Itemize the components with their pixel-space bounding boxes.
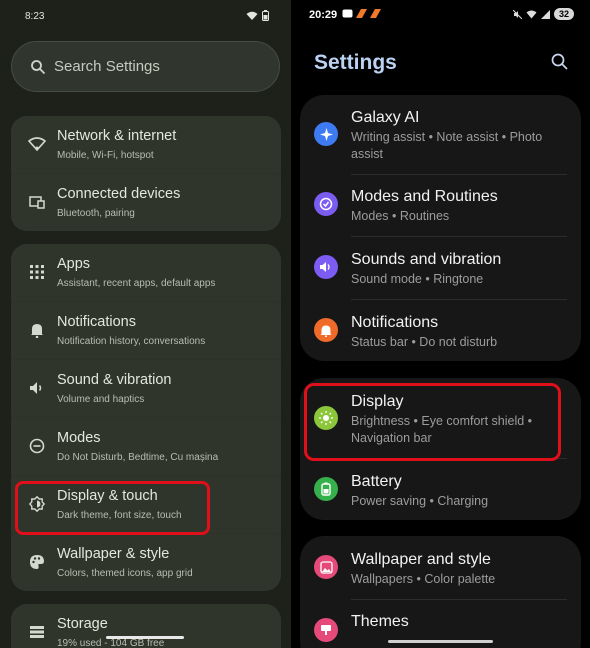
highlight-box-display-touch [15,481,210,535]
item-title: Connected devices [57,186,181,202]
mute-icon [512,9,522,19]
search-icon [31,59,46,74]
item-subtitle: Writing assist • Note assist • Photo ass… [351,130,543,161]
settings-card-3: Wallpaper and style Wallpapers • Color p… [300,536,581,648]
pixel-settings-screen: 8:23 Search Settings Network & internet … [0,0,291,648]
status-time: 20:29 [309,9,338,21]
settings-item-battery[interactable]: Battery Power saving • Charging [300,459,581,520]
item-title: Notifications [351,314,439,331]
galaxy-ai-icon [314,122,338,146]
themes-icon [314,618,338,642]
item-title: Storage [57,616,108,632]
notification-icon [314,318,338,342]
status-icons [246,10,269,21]
settings-item-network[interactable]: Network & internet Mobile, Wi‑Fi, hotspo… [11,116,281,173]
item-subtitle: Do Not Disturb, Bedtime, Cu mașina [57,452,219,463]
settings-item-sounds-vibration[interactable]: Sounds and vibration Sound mode • Ringto… [300,237,581,299]
devices-icon [28,193,46,211]
settings-item-modes[interactable]: Modes Do Not Disturb, Bedtime, Cu mașina [11,418,281,475]
item-title: Battery [351,473,402,490]
battery-icon [314,477,338,501]
modes-routines-icon [314,192,338,216]
app-notification-icon-2 [370,9,381,18]
page-title: Settings [314,51,397,74]
item-title: Modes [57,430,101,446]
settings-item-sound-vibration[interactable]: Sound & vibration Volume and haptics [11,360,281,417]
status-icons-right: 32 [512,8,574,20]
wallpaper-icon [314,555,338,579]
highlight-box-display [304,383,561,461]
battery-status-icon [262,10,269,21]
item-title: Sound & vibration [57,372,172,388]
settings-card-1: Galaxy AI Writing assist • Note assist •… [300,95,581,361]
search-icon[interactable] [551,53,568,70]
item-subtitle: Power saving • Charging [351,494,489,508]
item-title: Notifications [57,314,136,330]
palette-icon [28,553,46,571]
item-subtitle: Bluetooth, pairing [57,208,135,219]
item-subtitle: Volume and haptics [57,394,145,405]
speaker-icon [28,379,46,397]
item-title: Wallpaper and style [351,551,491,568]
item-subtitle: Wallpapers • Color palette [351,572,496,586]
battery-level: 32 [553,8,574,20]
item-title: Apps [57,256,91,272]
item-subtitle: Sound mode • Ringtone [351,272,484,286]
apps-grid-icon [28,263,46,281]
item-subtitle: Notification history, conversations [57,336,206,347]
search-placeholder: Search Settings [54,58,160,75]
item-title: Themes [351,613,409,630]
item-title: Wallpaper & style [57,546,170,562]
item-subtitle: Assistant, recent apps, default apps [57,278,216,289]
sound-icon [314,255,338,279]
settings-item-notifications[interactable]: Notifications Status bar • Do not distur… [300,300,581,361]
item-title: Network & internet [57,128,177,144]
settings-item-connected-devices[interactable]: Connected devices Bluetooth, pairing [11,174,281,231]
app-notification-icon [356,9,367,18]
settings-item-notifications[interactable]: Notifications Notification history, conv… [11,302,281,359]
bell-icon [28,321,46,339]
gallery-notification-icon [342,9,353,18]
samsung-settings-screen: 20:29 32 Settings Galaxy AI Writing assi… [291,0,590,648]
settings-item-galaxy-ai[interactable]: Galaxy AI Writing assist • Note assist •… [300,95,581,170]
item-subtitle: Status bar • Do not disturb [351,335,498,349]
search-settings-bar[interactable]: Search Settings [11,41,280,92]
settings-item-modes-routines[interactable]: Modes and Routines Modes • Routines [300,175,581,235]
wifi-icon [28,135,46,153]
item-subtitle: Modes • Routines [351,209,450,223]
settings-item-wallpaper-style[interactable]: Wallpaper & style Colors, themed icons, … [11,534,281,591]
wifi-status-icon [526,10,537,18]
home-gesture-bar[interactable] [388,640,493,643]
storage-icon [28,623,46,641]
item-subtitle: Colors, themed icons, app grid [57,568,193,579]
signal-icon [540,9,550,19]
item-subtitle: 19% used - 104 GB free [57,638,165,648]
item-subtitle: Mobile, Wi‑Fi, hotspot [57,150,154,161]
settings-item-storage[interactable]: Storage 19% used - 104 GB free [11,604,281,648]
settings-item-apps[interactable]: Apps Assistant, recent apps, default app… [11,244,281,301]
item-title: Galaxy AI [351,109,420,126]
wifi-status-icon [246,11,258,20]
status-time: 8:23 [25,11,45,22]
item-title: Modes and Routines [351,188,498,205]
home-gesture-bar[interactable] [106,636,184,639]
item-title: Sounds and vibration [351,251,502,268]
status-notification-icons [342,9,381,18]
settings-item-wallpaper-style[interactable]: Wallpaper and style Wallpapers • Color p… [300,536,581,598]
modes-icon [28,437,46,455]
